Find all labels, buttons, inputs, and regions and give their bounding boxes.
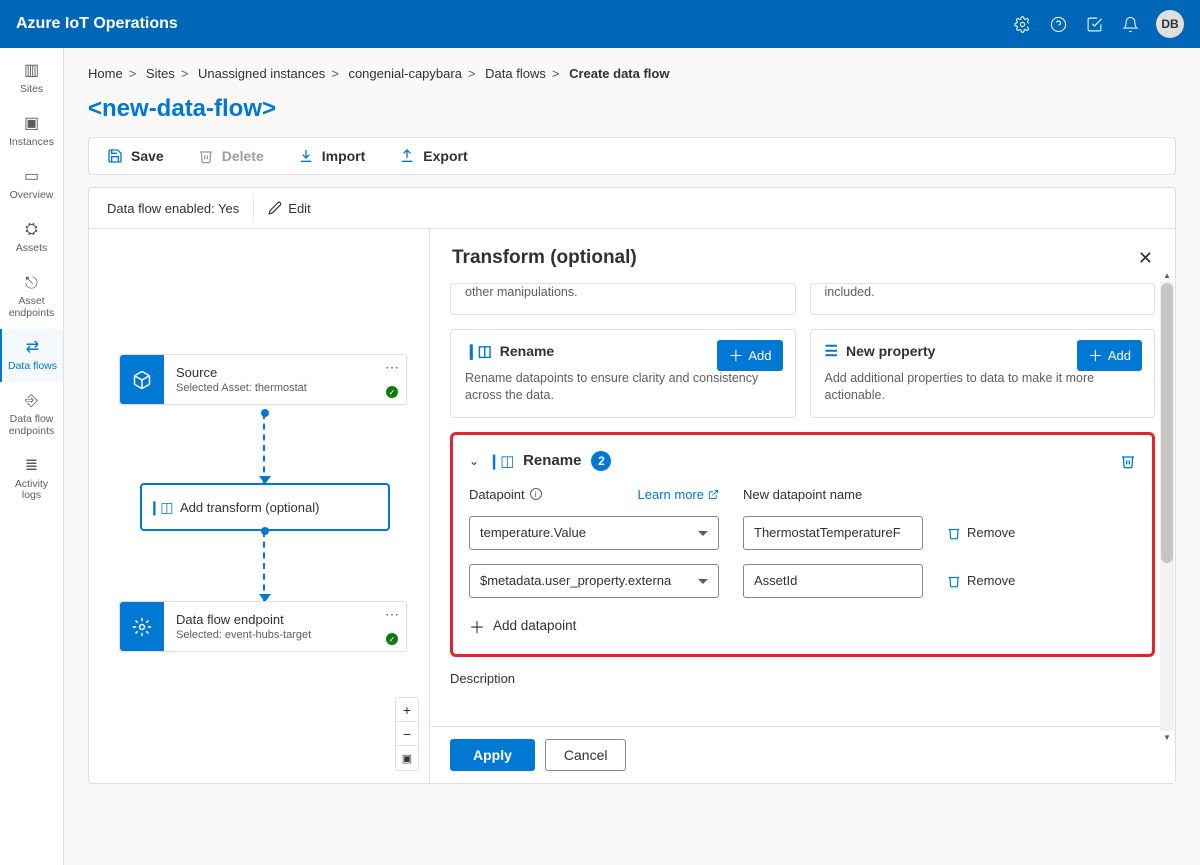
rename-card: ❙◫Rename ＋Add Rename datapoints to ensur… [450, 329, 796, 418]
instances-icon: ▣ [24, 115, 39, 133]
node-subtitle: Selected Asset: thermostat [176, 382, 394, 394]
remove-row-0[interactable]: Remove [947, 525, 1047, 540]
check-icon: ✓ [386, 386, 398, 398]
add-newprop-button[interactable]: ＋Add [1077, 340, 1142, 371]
destination-node[interactable]: Data flow endpoint Selected: event-hubs-… [119, 601, 407, 652]
newname-input-1[interactable]: AssetId [743, 564, 923, 598]
crumb-current: Create data flow [569, 66, 669, 81]
add-rename-button[interactable]: ＋Add [717, 340, 782, 371]
cube-icon [120, 355, 164, 404]
chevron-down-icon[interactable]: ⌄ [469, 454, 479, 468]
learn-more-link[interactable]: Learn more [638, 487, 719, 502]
node-menu[interactable]: ⋯ [385, 359, 400, 376]
export-icon [399, 148, 415, 164]
edit-link[interactable]: Edit [268, 201, 310, 216]
datapoint-select-0[interactable]: temperature.Value [469, 516, 719, 550]
brand-title: Azure IoT Operations [16, 15, 178, 33]
rename-section-highlight: ⌄ ❙◫ Rename 2 Datapointi Learn more [450, 432, 1155, 657]
export-button[interactable]: Export [399, 148, 467, 164]
transform-node-label: Add transform (optional) [180, 500, 319, 515]
zoom-in-button[interactable]: + [396, 698, 418, 722]
page-title: <new-data-flow> [88, 95, 1176, 123]
rename-icon: ❙◫ [465, 342, 492, 360]
breadcrumb: Home> Sites> Unassigned instances> conge… [88, 60, 1176, 95]
help-icon[interactable] [1040, 6, 1076, 42]
check-icon: ✓ [386, 633, 398, 645]
activity-icon: ≣ [25, 457, 38, 475]
node-menu[interactable]: ⋯ [385, 606, 400, 623]
datapoint-select-1[interactable]: $metadata.user_property.externa [469, 564, 719, 598]
save-button[interactable]: Save [107, 148, 164, 164]
panel-title: Transform (optional) [452, 247, 1138, 269]
source-node[interactable]: Source Selected Asset: thermostat ⋯ ✓ [119, 354, 407, 405]
side-nav: ▥Sites ▣Instances ▭Overview ⛭Assets ⎋Ass… [0, 48, 64, 865]
zoom-out-button[interactable]: − [396, 722, 418, 746]
book-icon: ▥ [24, 62, 39, 80]
nav-assets[interactable]: ⛭Assets [0, 211, 63, 264]
apply-button[interactable]: Apply [450, 739, 535, 771]
nav-sites[interactable]: ▥Sites [0, 52, 63, 105]
card-truncated-1: other manipulations. [450, 283, 796, 315]
newname-label: New datapoint name [743, 487, 923, 502]
assets-icon: ⛭ [25, 221, 38, 239]
transform-panel: Transform (optional) ✕ ▲ ▼ other manipul… [429, 229, 1175, 783]
endpoint-icon [120, 602, 164, 651]
asset-endpoints-icon: ⎋ [25, 275, 38, 293]
add-datapoint-button[interactable]: ＋ Add datapoint [469, 614, 576, 638]
remove-row-1[interactable]: Remove [947, 573, 1047, 588]
edit-icon [268, 201, 282, 215]
node-subtitle: Selected: event-hubs-target [176, 629, 394, 641]
node-title: Data flow endpoint [176, 612, 394, 627]
crumb-dataflows[interactable]: Data flows [485, 66, 546, 81]
import-icon [298, 148, 314, 164]
flow-canvas[interactable]: Source Selected Asset: thermostat ⋯ ✓ ❙◫… [89, 229, 429, 783]
delete-section-button[interactable] [1120, 453, 1136, 469]
diagnostics-icon[interactable] [1076, 6, 1112, 42]
trash-icon [198, 148, 214, 164]
crumb-instance[interactable]: congenial-capybara [348, 66, 461, 81]
node-title: Source [176, 365, 394, 380]
nav-instances[interactable]: ▣Instances [0, 105, 63, 158]
nav-data-flow-endpoints[interactable]: ⎆Data flow endpoints [0, 382, 63, 447]
toolbar: Save Delete Import Export [88, 137, 1176, 175]
plus-icon: ＋ [469, 614, 485, 638]
notifications-icon[interactable] [1112, 6, 1148, 42]
zoom-fit-button[interactable]: ▣ [396, 746, 418, 770]
close-panel-button[interactable]: ✕ [1138, 248, 1153, 269]
card-truncated-2: included. [810, 283, 1156, 315]
transform-icon: ❙◫ [142, 499, 180, 516]
crumb-home[interactable]: Home [88, 66, 123, 81]
section-title: Rename [523, 452, 581, 469]
user-avatar[interactable]: DB [1156, 10, 1184, 38]
settings-icon[interactable] [1004, 6, 1040, 42]
add-transform-node[interactable]: ❙◫ Add transform (optional) [141, 484, 389, 530]
list-icon: ☰ [825, 342, 838, 360]
nav-asset-endpoints[interactable]: ⎋Asset endpoints [0, 265, 63, 330]
nav-activity-logs[interactable]: ≣Activity logs [0, 447, 63, 512]
save-icon [107, 148, 123, 164]
dataflow-enabled-label: Data flow enabled: Yes [107, 201, 239, 216]
data-flows-icon: ⇄ [26, 339, 39, 357]
overview-icon: ▭ [24, 168, 39, 186]
df-endpoints-icon: ⎆ [25, 392, 38, 410]
datapoint-label: Datapointi [469, 487, 542, 502]
crumb-sites[interactable]: Sites [146, 66, 175, 81]
description-label: Description [450, 671, 1155, 686]
crumb-unassigned[interactable]: Unassigned instances [198, 66, 325, 81]
nav-data-flows[interactable]: ⇄Data flows [0, 329, 63, 382]
rename-icon: ❙◫ [489, 449, 513, 473]
newprop-card: ☰New property ＋Add Add additional proper… [810, 329, 1156, 418]
info-icon[interactable]: i [530, 488, 542, 500]
delete-button: Delete [198, 148, 264, 164]
count-badge: 2 [591, 451, 611, 471]
newname-input-0[interactable]: ThermostatTemperatureF [743, 516, 923, 550]
nav-overview[interactable]: ▭Overview [0, 158, 63, 211]
zoom-controls: + − ▣ [395, 697, 419, 771]
import-button[interactable]: Import [298, 148, 366, 164]
status-bar: Data flow enabled: Yes Edit [88, 187, 1176, 229]
cancel-button[interactable]: Cancel [545, 739, 627, 771]
